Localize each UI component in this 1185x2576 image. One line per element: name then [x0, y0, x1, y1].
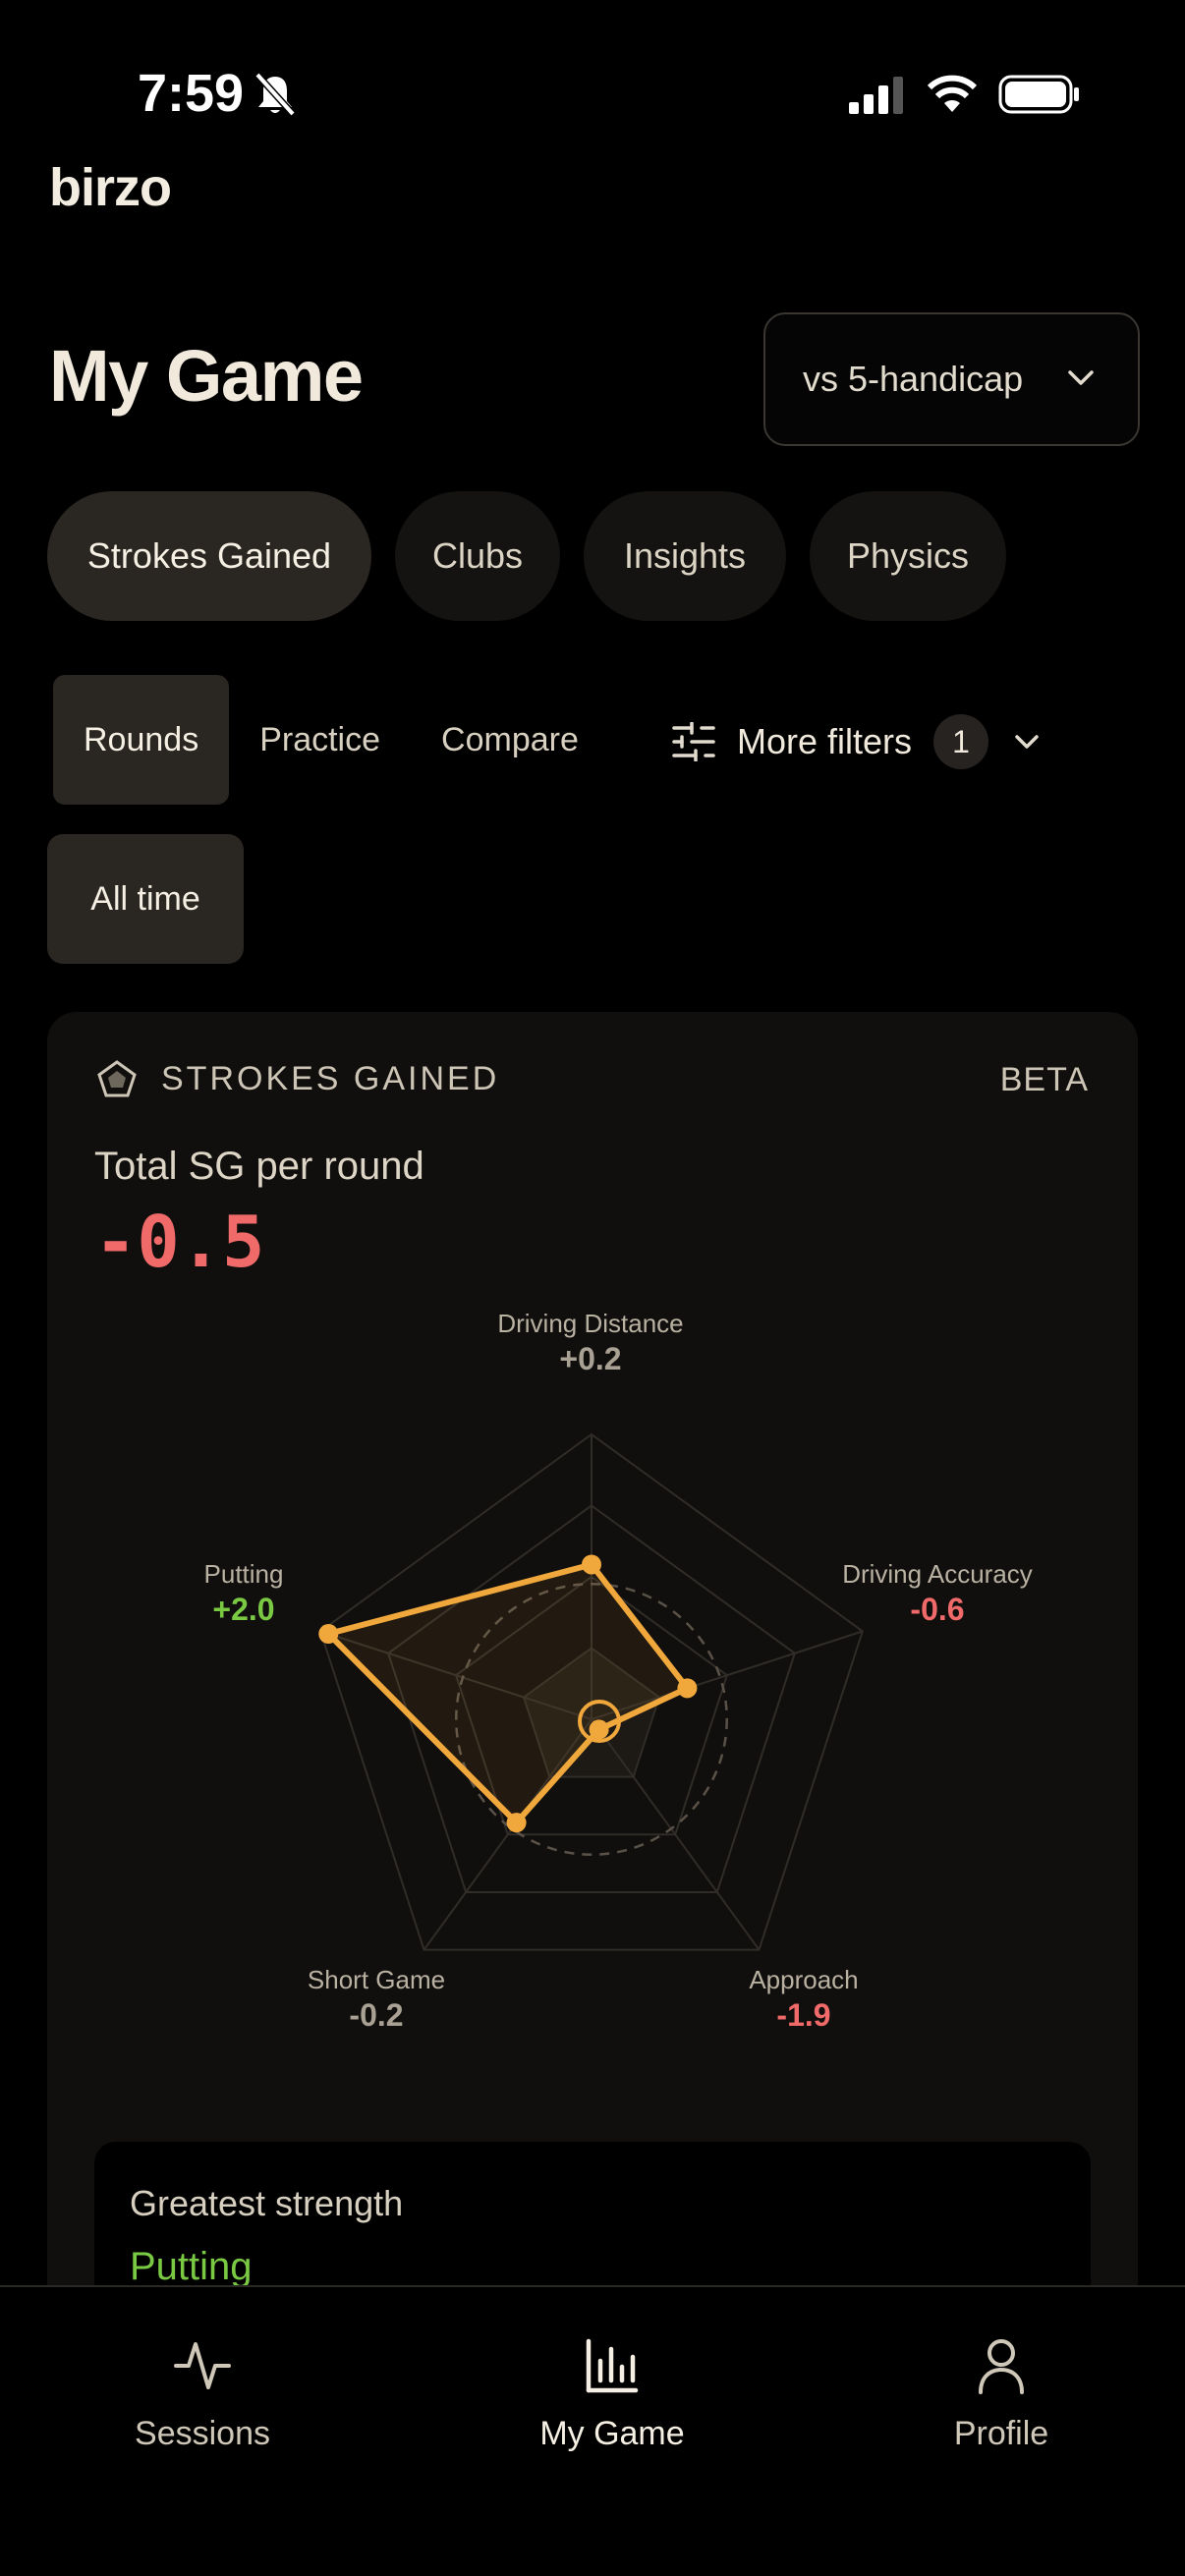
status-time: 7:59	[138, 64, 245, 123]
nav-my-game-label: My Game	[539, 2415, 685, 2452]
sliders-icon	[672, 722, 715, 761]
radar-axis-value: -1.9	[776, 1997, 831, 2033]
radar-axis-value: +0.2	[559, 1341, 622, 1376]
more-filters-label: More filters	[737, 721, 913, 761]
radar-point	[589, 1719, 609, 1740]
radar-axis-name: Driving Distance	[497, 1309, 684, 1338]
radar-axis-label: Driving Accuracy -0.6	[790, 1559, 1085, 1628]
radar-axis-name: Short Game	[307, 1965, 446, 1994]
sub-tabs: Rounds Practice Compare	[53, 675, 609, 805]
radar-axis-value: -0.6	[910, 1592, 965, 1627]
radar-axis-name: Putting	[203, 1559, 284, 1589]
activity-icon	[174, 2342, 231, 2389]
subtab-practice[interactable]: Practice	[229, 675, 411, 805]
filter-count-badge: 1	[933, 714, 989, 769]
chevron-down-icon	[1068, 370, 1094, 385]
subtab-compare[interactable]: Compare	[411, 675, 609, 805]
main-tabs: Strokes Gained Clubs Insights Physics	[47, 491, 1006, 621]
tab-physics[interactable]: Physics	[810, 491, 1006, 621]
radar-axis-label: Short Game -0.2	[229, 1965, 524, 2034]
nav-sessions-label: Sessions	[135, 2415, 270, 2452]
nav-profile-label: Profile	[953, 2415, 1049, 2452]
radar-axis-name: Driving Accuracy	[842, 1559, 1033, 1589]
bell-off-icon	[254, 72, 296, 117]
nav-my-game[interactable]: My Game	[484, 2326, 740, 2453]
radar-point	[677, 1678, 698, 1699]
bar-chart-icon	[586, 2338, 639, 2393]
nav-profile[interactable]: Profile	[874, 2326, 1129, 2453]
radar-axis-label: Putting +2.0	[96, 1559, 391, 1628]
radar-point	[506, 1813, 527, 1833]
radar-axis-value: +2.0	[212, 1592, 275, 1627]
radar-point	[582, 1554, 601, 1575]
tab-strokes-gained[interactable]: Strokes Gained	[47, 491, 371, 621]
comparison-select[interactable]: vs 5-handicap	[763, 312, 1140, 446]
status-bar: 7:59	[0, 0, 1185, 147]
time-range-chip[interactable]: All time	[47, 834, 244, 964]
chevron-down-icon	[1015, 735, 1039, 749]
subtab-rounds[interactable]: Rounds	[53, 675, 230, 805]
wifi-icon	[927, 75, 978, 112]
tab-clubs[interactable]: Clubs	[395, 491, 560, 621]
page-title: My Game	[49, 335, 364, 417]
signal-icon	[849, 77, 903, 114]
bottom-nav: Sessions My Game Profile	[0, 2285, 1185, 2576]
greatest-strength-label: Greatest strength	[130, 2183, 404, 2223]
radar-axis-value: -0.2	[349, 1997, 404, 2033]
person-icon	[979, 2339, 1024, 2394]
radar-axis-label: Driving Distance +0.2	[443, 1309, 738, 1377]
battery-icon	[998, 75, 1079, 114]
comparison-select-value: vs 5-handicap	[803, 359, 1024, 399]
brand-logo: birzo	[49, 158, 172, 217]
tab-insights[interactable]: Insights	[584, 491, 786, 621]
more-filters-button[interactable]: More filters 1	[672, 707, 1040, 776]
radar-axis-name: Approach	[749, 1965, 859, 1994]
strokes-gained-card: STROKES GAINED BETA Total SG per round -…	[47, 1012, 1138, 2397]
nav-sessions[interactable]: Sessions	[75, 2326, 330, 2453]
radar-axis-label: Approach -1.9	[656, 1965, 951, 2034]
greatest-strength-value: Putting	[130, 2245, 253, 2288]
